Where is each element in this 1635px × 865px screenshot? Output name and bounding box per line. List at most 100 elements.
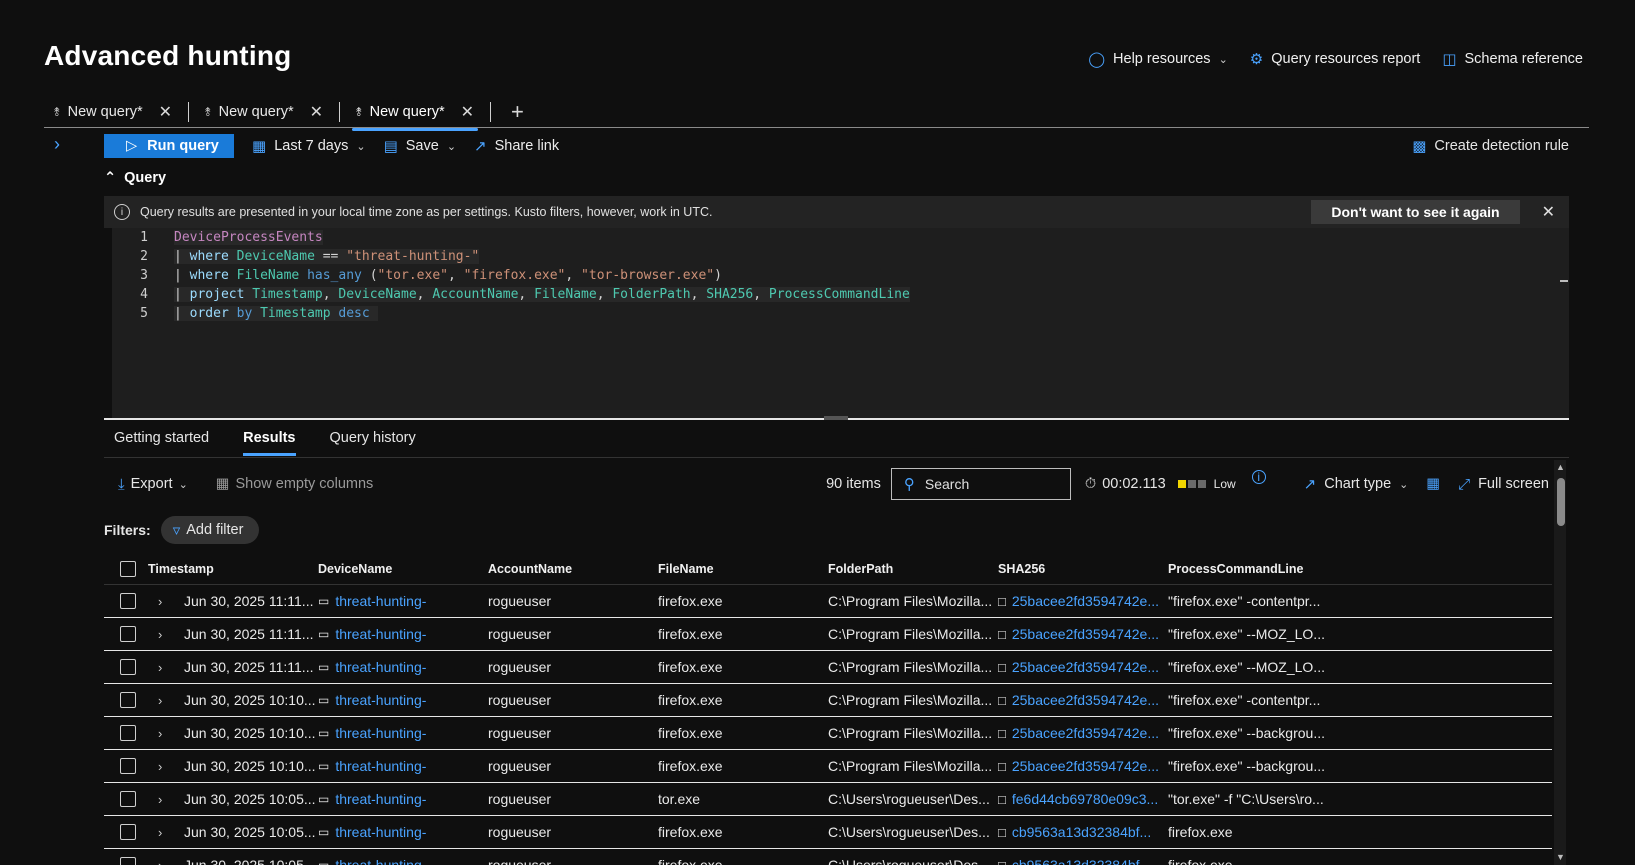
info-message: Query results are presented in your loca… — [140, 205, 713, 219]
query-section-toggle[interactable]: ⌃ Query — [104, 170, 166, 186]
table-row[interactable]: › Jun 30, 2025 10:05... ▭ threat-hunting-ro… — [104, 816, 1552, 849]
expand-row-chevron-icon[interactable]: › — [148, 825, 184, 840]
expand-row-chevron-icon[interactable]: › — [148, 660, 184, 675]
select-all-checkbox[interactable] — [120, 560, 136, 577]
save-icon: ▤ — [383, 138, 398, 155]
table-row[interactable]: › Jun 30, 2025 10:05... ▭ threat-hunting-ro… — [104, 849, 1552, 865]
cell-folderpath: C:\Program Files\Mozilla... — [828, 692, 993, 708]
timestamp-value: Jun 30, 2025 10:10... — [184, 758, 316, 774]
table-row[interactable]: › Jun 30, 2025 11:11... ▭ threat-hunting-ro… — [104, 585, 1552, 618]
query-tab-2[interactable]: ⥉ New query* ✕ — [195, 97, 333, 127]
export-dropdown[interactable]: ⤓ Export ⌄ — [118, 476, 188, 493]
row-checkbox[interactable] — [120, 626, 136, 642]
timestamp-value: Jun 30, 2025 11:11... — [184, 626, 314, 642]
sha256-link[interactable]: 25bacee2fd3594742e... — [1012, 626, 1159, 642]
row-checkbox[interactable] — [120, 692, 136, 708]
sha256-link[interactable]: fe6d44cb69780e09c3... — [1012, 791, 1158, 807]
expand-schema-chevron-icon[interactable]: › — [54, 134, 60, 155]
query-editor[interactable]: 1 DeviceProcessEvents 2 | where DeviceNa… — [112, 228, 1569, 418]
sha256-link[interactable]: 25bacee2fd3594742e... — [1012, 758, 1159, 774]
cell-folderpath: C:\Users\rogueuser\Des... — [828, 857, 990, 865]
scrollbar-thumb[interactable] — [1557, 478, 1565, 526]
splitter-handle[interactable] — [824, 416, 848, 420]
device-link[interactable]: threat-hunting- — [335, 758, 426, 774]
time-range-label: Last 7 days — [274, 138, 349, 154]
sha256-link[interactable]: 25bacee2fd3594742e... — [1012, 692, 1159, 708]
show-empty-columns-button[interactable]: ▦ Show empty columns — [216, 476, 374, 492]
cell-accountname: rogueuser — [488, 857, 552, 865]
save-dropdown[interactable]: ▤ Save ⌄ — [384, 137, 456, 155]
row-checkbox[interactable] — [120, 659, 136, 675]
row-checkbox[interactable] — [120, 857, 136, 865]
row-checkbox[interactable] — [120, 593, 136, 609]
sha256-link[interactable]: cb9563a13d32384bf... — [1012, 824, 1151, 840]
column-header-processcommandline[interactable]: ProcessCommandLine — [1168, 562, 1348, 576]
chart-type-dropdown[interactable]: ↗ Chart type ⌄ — [1304, 475, 1409, 493]
tab-results[interactable]: Results — [243, 420, 296, 456]
table-row[interactable]: › Jun 30, 2025 10:05... ▭ threat-hunting-ro… — [104, 783, 1552, 816]
row-checkbox[interactable] — [120, 824, 136, 840]
row-checkbox[interactable] — [120, 758, 136, 774]
expand-row-chevron-icon[interactable]: › — [148, 858, 184, 865]
download-icon: ⤓ — [118, 475, 125, 493]
column-header-accountname[interactable]: AccountName — [488, 562, 658, 576]
device-link[interactable]: threat-hunting- — [335, 593, 426, 609]
column-header-timestamp[interactable]: Timestamp — [148, 562, 318, 576]
customize-columns-icon[interactable]: ▦ — [1426, 476, 1440, 492]
sha256-link[interactable]: 25bacee2fd3594742e... — [1012, 725, 1159, 741]
expand-row-chevron-icon[interactable]: › — [148, 759, 184, 774]
table-row[interactable]: › Jun 30, 2025 10:10... ▭ threat-hunting-ro… — [104, 684, 1552, 717]
export-label: Export — [130, 476, 173, 492]
device-link[interactable]: threat-hunting- — [335, 824, 426, 840]
share-link-button[interactable]: ↗ Share link — [474, 137, 559, 155]
add-filter-button[interactable]: ▿ Add filter — [160, 516, 260, 544]
search-box[interactable]: ⚲ — [890, 468, 1071, 500]
query-tab-1[interactable]: ⥉ New query* ✕ — [44, 97, 182, 127]
help-resources-link[interactable]: ◯ Help resources ⌄ — [1088, 50, 1228, 68]
column-header-sha256[interactable]: SHA256 — [998, 562, 1168, 576]
info-icon[interactable]: i — [1251, 470, 1266, 484]
schema-reference-link[interactable]: ◫ Schema reference — [1442, 50, 1583, 68]
table-row[interactable]: › Jun 30, 2025 10:10... ▭ threat-hunting-ro… — [104, 750, 1552, 783]
query-resources-report-link[interactable]: ⚙ Query resources report — [1250, 50, 1421, 68]
expand-row-chevron-icon[interactable]: › — [148, 627, 184, 642]
table-row[interactable]: › Jun 30, 2025 10:10... ▭ threat-hunting-ro… — [104, 717, 1552, 750]
expand-row-chevron-icon[interactable]: › — [148, 693, 184, 708]
full-screen-button[interactable]: ⤢ Full screen — [1458, 476, 1549, 493]
time-range-dropdown[interactable]: ▦ Last 7 days ⌄ — [252, 137, 366, 155]
expand-row-chevron-icon[interactable]: › — [148, 594, 184, 609]
sha256-link[interactable]: cb9563a13d32384bf... — [1012, 857, 1151, 865]
device-link[interactable]: threat-hunting- — [335, 725, 426, 741]
expand-row-chevron-icon[interactable]: › — [148, 726, 184, 741]
sha256-link[interactable]: 25bacee2fd3594742e... — [1012, 659, 1159, 675]
device-link[interactable]: threat-hunting- — [335, 626, 426, 642]
run-query-button[interactable]: ▷ Run query — [104, 134, 234, 158]
column-header-devicename[interactable]: DeviceName — [318, 562, 488, 576]
device-link[interactable]: threat-hunting- — [335, 692, 426, 708]
row-checkbox[interactable] — [120, 725, 136, 741]
close-icon[interactable]: ✕ — [159, 102, 172, 122]
scroll-down-icon[interactable]: ▼ — [1556, 852, 1565, 862]
close-icon[interactable]: ✕ — [310, 102, 323, 122]
device-link[interactable]: threat-hunting- — [335, 857, 426, 865]
create-detection-rule-button[interactable]: ▩ Create detection rule — [1412, 137, 1569, 155]
scroll-up-icon[interactable]: ▲ — [1556, 462, 1565, 472]
dont-show-again-button[interactable]: Don't want to see it again — [1311, 200, 1520, 224]
sha256-link[interactable]: 25bacee2fd3594742e... — [1012, 593, 1159, 609]
device-link[interactable]: threat-hunting- — [335, 659, 426, 675]
column-header-folderpath[interactable]: FolderPath — [828, 562, 998, 576]
query-tab-3[interactable]: ⥉ New query* ✕ — [346, 97, 484, 131]
close-icon[interactable]: ✕ — [1542, 202, 1555, 222]
device-link[interactable]: threat-hunting- — [335, 791, 426, 807]
column-header-filename[interactable]: FileName — [658, 562, 828, 576]
row-checkbox[interactable] — [120, 791, 136, 807]
add-tab-icon[interactable]: + — [511, 99, 524, 125]
search-input[interactable] — [924, 476, 1055, 492]
tab-getting-started[interactable]: Getting started — [114, 420, 209, 456]
tab-query-history[interactable]: Query history — [330, 420, 416, 456]
expand-row-chevron-icon[interactable]: › — [148, 792, 184, 807]
table-row[interactable]: › Jun 30, 2025 11:11... ▭ threat-hunting-ro… — [104, 618, 1552, 651]
top-links: ◯ Help resources ⌄ ⚙ Query resources rep… — [1088, 50, 1583, 68]
close-icon[interactable]: ✕ — [461, 102, 474, 122]
table-row[interactable]: › Jun 30, 2025 11:11... ▭ threat-hunting-ro… — [104, 651, 1552, 684]
